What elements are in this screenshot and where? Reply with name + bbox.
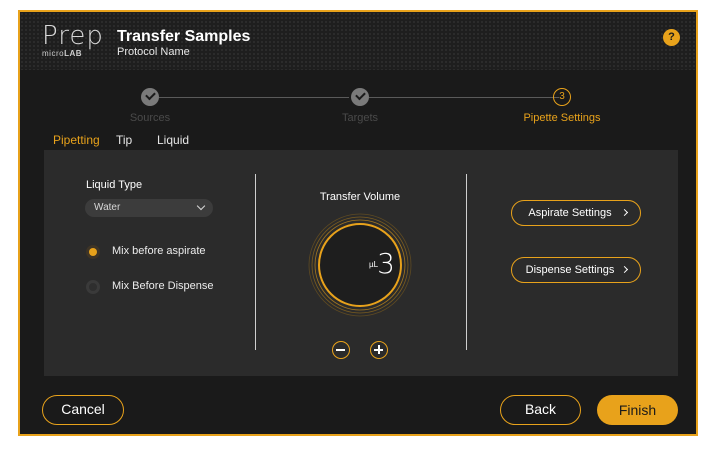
step-pipette-number: 3 [553, 88, 571, 106]
liquid-type-label: Liquid Type [86, 179, 143, 191]
logo-sub-bold: LAB [64, 49, 83, 58]
radio-selected-icon[interactable] [86, 245, 100, 259]
step-label-pipette-settings[interactable]: Pipette Settings [502, 112, 622, 124]
finish-button[interactable]: Finish [597, 395, 678, 425]
step-targets-check-icon [351, 88, 369, 106]
logo-main-text: Prep [42, 21, 104, 51]
plus-icon-vertical [378, 345, 380, 354]
volume-unit: µL [369, 260, 379, 269]
help-icon[interactable]: ? [663, 29, 680, 46]
liquid-type-value: Water [94, 202, 121, 213]
pipetting-panel: Liquid Type Water Mix before aspirate Mi… [44, 150, 678, 376]
progress-stepper: 3 Sources Targets Pipette Settings [20, 70, 696, 130]
minus-icon [336, 349, 345, 351]
decrease-volume-button[interactable] [332, 341, 350, 359]
mix-before-dispense-label: Mix Before Dispense [112, 280, 214, 292]
chevron-down-icon [196, 201, 206, 211]
step-label-targets[interactable]: Targets [300, 112, 420, 124]
aspirate-settings-label: Aspirate Settings [528, 207, 612, 219]
volume-value: 3 [377, 247, 395, 280]
app-window: Prep microLAB Transfer Samples Protocol … [18, 10, 698, 436]
protocol-name: Protocol Name [117, 46, 190, 58]
step-connector [159, 97, 349, 98]
transfer-volume-label: Transfer Volume [319, 191, 401, 203]
dispense-settings-button[interactable]: Dispense Settings [511, 257, 641, 283]
volume-dial[interactable]: 3 µL [307, 212, 413, 318]
tab-liquid[interactable]: Liquid [157, 133, 189, 147]
step-connector [369, 97, 559, 98]
page-title: Transfer Samples [117, 28, 251, 45]
logo-sub-text: microLAB [42, 49, 82, 58]
step-label-sources[interactable]: Sources [90, 112, 210, 124]
radio-unselected-icon[interactable] [86, 280, 100, 294]
header: Prep microLAB Transfer Samples Protocol … [20, 12, 696, 70]
column-divider [466, 174, 467, 350]
mix-before-aspirate-label: Mix before aspirate [112, 245, 206, 257]
liquid-type-select[interactable]: Water [85, 199, 213, 217]
back-button[interactable]: Back [500, 395, 581, 425]
tab-pipetting[interactable]: Pipetting [53, 133, 100, 147]
step-sources-check-icon [141, 88, 159, 106]
aspirate-settings-button[interactable]: Aspirate Settings [511, 200, 641, 226]
prep-microlab-logo: Prep microLAB [42, 23, 114, 59]
tab-tip[interactable]: Tip [116, 133, 132, 147]
column-divider [255, 174, 256, 350]
logo-sub-prefix: micro [42, 49, 65, 58]
increase-volume-button[interactable] [370, 341, 388, 359]
dispense-settings-label: Dispense Settings [525, 264, 615, 276]
cancel-button[interactable]: Cancel [42, 395, 124, 425]
